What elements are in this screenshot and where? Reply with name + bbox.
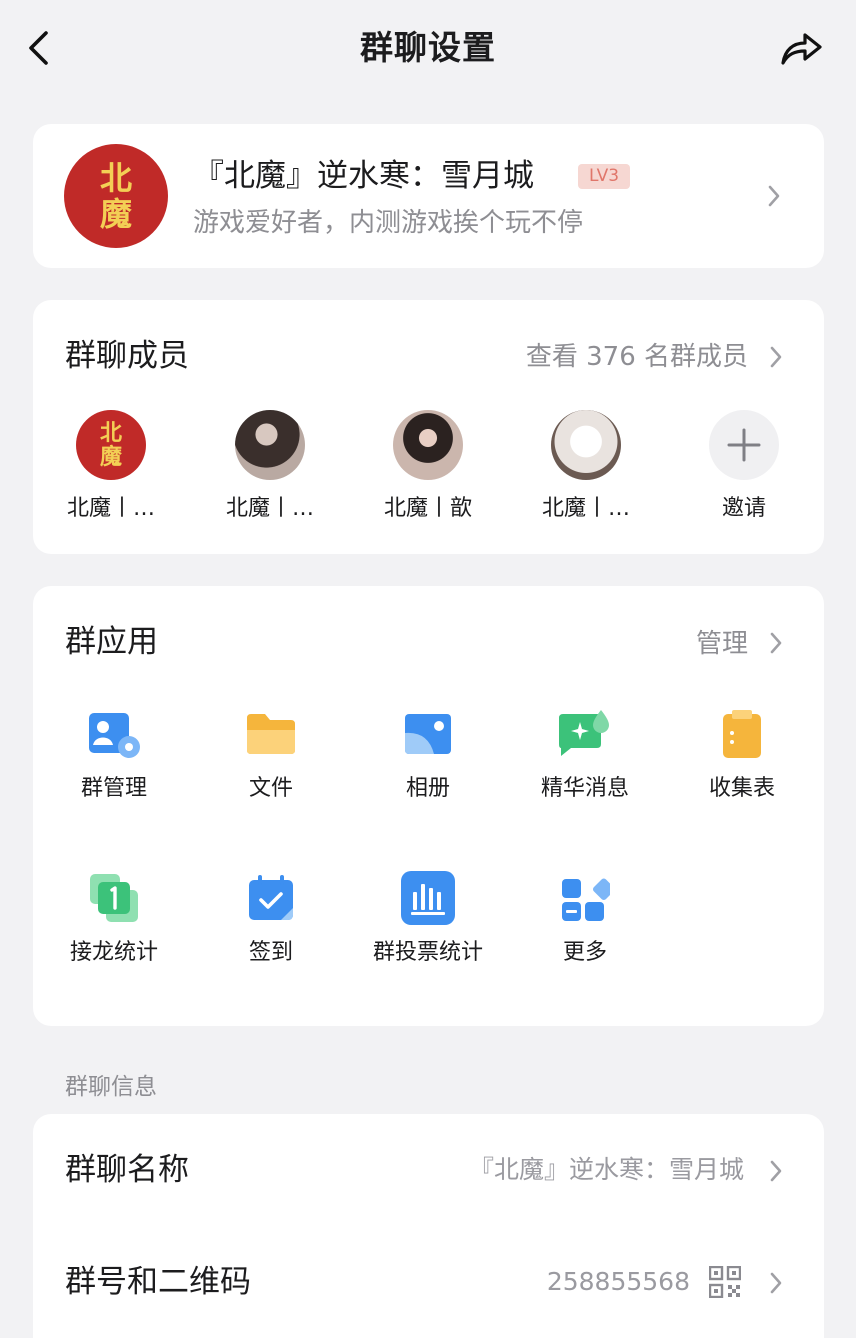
- app-more[interactable]: 更多: [510, 870, 660, 970]
- chevron-right-icon: [766, 1268, 786, 1298]
- app-group-manage[interactable]: 群管理: [39, 706, 189, 806]
- invite-label: 邀请: [721, 496, 766, 521]
- apps-title: 群应用: [65, 624, 158, 660]
- plus-icon: [727, 428, 761, 462]
- group-name: 『北魔』逆水寒：雪月城: [193, 158, 534, 194]
- member-item[interactable]: 北魔丨…: [205, 410, 335, 526]
- group-apps-card: 群应用 管理 群管理 文件 相册 精华消息 收集表 接龙统计 签到 群投票统计 …: [33, 586, 824, 1026]
- app-label: 更多: [562, 940, 607, 965]
- group-description: 游戏爱好者，内测游戏挨个玩不停: [193, 208, 584, 238]
- relay-icon: [86, 870, 142, 926]
- manage-apps-link[interactable]: 管理: [696, 624, 748, 664]
- member-avatar-logo: 北魔: [99, 420, 122, 470]
- top-bar: 群聊设置: [0, 0, 856, 96]
- essence-message-icon: [557, 706, 613, 762]
- chevron-right-icon: [766, 1156, 786, 1186]
- view-all-members-link[interactable]: 查看 376 名群成员: [526, 337, 748, 377]
- member-name: 北魔丨…: [541, 496, 630, 521]
- app-label: 签到: [248, 940, 293, 965]
- app-label: 群管理: [80, 776, 147, 801]
- member-name: 北魔丨…: [225, 496, 314, 521]
- group-avatar: 北魔: [64, 144, 168, 248]
- app-vote-stats[interactable]: 群投票统计: [353, 870, 503, 970]
- level-badge: LV3: [578, 164, 631, 189]
- info-label: 群聊名称: [65, 1152, 189, 1188]
- clipboard-icon: [714, 706, 770, 762]
- group-info-card: 群聊名称 『北魔』逆水寒：雪月城 群号和二维码 258855568: [33, 1114, 824, 1338]
- app-label: 群投票统计: [372, 940, 483, 965]
- page-title: 群聊设置: [360, 28, 496, 67]
- member-item[interactable]: 北魔丨…: [521, 410, 651, 526]
- info-section-heading: 群聊信息: [65, 1074, 157, 1100]
- app-label: 精华消息: [540, 776, 629, 801]
- chevron-right-icon: [764, 181, 784, 211]
- group-name-row[interactable]: 群聊名称 『北魔』逆水寒：雪月城: [33, 1114, 824, 1226]
- member-name: 北魔丨歆: [383, 496, 472, 521]
- avatar: 北魔: [76, 410, 146, 480]
- member-name: 北魔丨…: [66, 496, 155, 521]
- member-item[interactable]: 北魔丨歆: [363, 410, 493, 526]
- share-arrow-icon: [781, 33, 822, 65]
- members-title: 群聊成员: [65, 338, 189, 374]
- chevron-right-icon: [766, 628, 786, 658]
- app-checkin[interactable]: 签到: [196, 870, 346, 970]
- checkin-calendar-icon: [243, 870, 299, 926]
- group-number-qrcode-row[interactable]: 群号和二维码 258855568: [33, 1226, 824, 1338]
- qrcode-icon: [708, 1265, 742, 1302]
- avatar: [235, 410, 305, 480]
- app-collection-form[interactable]: 收集表: [667, 706, 817, 806]
- info-value: 『北魔』逆水寒：雪月城: [468, 1155, 744, 1184]
- info-label: 群号和二维码: [65, 1264, 251, 1300]
- app-album[interactable]: 相册: [353, 706, 503, 806]
- avatar: [551, 410, 621, 480]
- group-profile-card[interactable]: 北魔 『北魔』逆水寒：雪月城 LV3 游戏爱好者，内测游戏挨个玩不停: [33, 124, 824, 268]
- more-grid-icon: [557, 870, 613, 926]
- vote-chart-icon: [400, 870, 456, 926]
- chevron-right-icon: [766, 342, 786, 372]
- app-file[interactable]: 文件: [196, 706, 346, 806]
- invite-avatar: [709, 410, 779, 480]
- app-label: 接龙统计: [69, 940, 158, 965]
- share-button[interactable]: [776, 26, 826, 70]
- group-avatar-logo: 北魔: [99, 159, 132, 233]
- app-label: 文件: [248, 776, 293, 801]
- app-label: 相册: [405, 776, 450, 801]
- app-relay-stats[interactable]: 接龙统计: [39, 870, 189, 970]
- app-essence-message[interactable]: 精华消息: [510, 706, 660, 806]
- avatar: [393, 410, 463, 480]
- folder-icon: [243, 706, 299, 762]
- group-number: 258855568: [546, 1267, 690, 1296]
- group-manage-icon: [86, 706, 142, 762]
- group-members-card: 群聊成员 查看 376 名群成员 北魔 北魔丨… 北魔丨… 北魔丨歆 北魔丨… …: [33, 300, 824, 554]
- app-label: 收集表: [708, 776, 775, 801]
- album-icon: [400, 706, 456, 762]
- invite-member-button[interactable]: 邀请: [679, 410, 809, 526]
- member-item[interactable]: 北魔 北魔丨…: [46, 410, 176, 526]
